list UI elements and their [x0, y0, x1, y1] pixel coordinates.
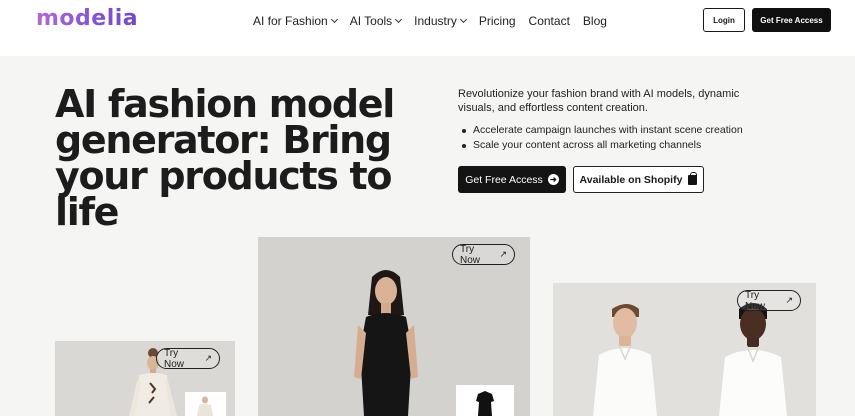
nav-contact-label: Contact	[528, 14, 570, 28]
shopify-button-label: Available on Shopify	[579, 173, 683, 186]
login-button[interactable]: Login	[703, 8, 745, 32]
nav-pricing-label: Pricing	[478, 14, 516, 28]
header-get-free-access-button[interactable]: Get Free Access	[752, 8, 831, 32]
product-thumbnail	[456, 385, 514, 416]
hero-title-line-3: your products to life	[55, 154, 393, 234]
arrow-up-right-icon: ↗	[785, 295, 793, 305]
hero-description: Revolutionize your fashion brand with AI…	[458, 88, 740, 114]
product-thumbnail	[185, 392, 226, 416]
arrow-right-circle-icon: ➜	[547, 174, 559, 185]
get-free-access-button[interactable]: Get Free Access ➜	[458, 166, 566, 193]
chevron-down-icon	[330, 15, 338, 23]
product-thumbnail-image	[476, 391, 494, 416]
nav-ai-tools-label: AI Tools	[349, 13, 393, 28]
try-now-label: Try Now	[164, 347, 185, 370]
hero-title-line-2: generator: Bring	[55, 118, 392, 162]
product-thumbnail-image	[197, 396, 213, 416]
top-navbar: modelia AI for Fashion AI Tools Industry…	[0, 0, 855, 56]
nav-industry[interactable]: Industry	[414, 13, 467, 28]
model-showcase-card-3[interactable]: Try Now ↗	[553, 283, 816, 416]
bullet-dot-icon	[462, 128, 466, 133]
shopify-bag-icon	[688, 171, 698, 185]
arrow-up-right-icon: ↗	[204, 353, 212, 363]
nav-ai-for-fashion-label: AI for Fashion	[253, 13, 328, 28]
try-now-button[interactable]: Try Now ↗	[452, 243, 515, 266]
feature-bullet: Scale your content across all marketing …	[462, 138, 743, 153]
try-now-label: Try Now	[460, 243, 481, 266]
get-free-access-label: Get Free Access	[465, 173, 543, 186]
try-now-button[interactable]: Try Now ↗	[156, 347, 220, 370]
feature-bullets: Accelerate campaign launches with instan…	[462, 123, 743, 153]
nav-ai-for-fashion[interactable]: AI for Fashion	[253, 13, 338, 28]
modelia-logo[interactable]: modelia	[36, 6, 138, 31]
hero-title-line-1: AI fashion model	[55, 82, 395, 126]
hero-title: AI fashion model generator: Bring your p…	[55, 82, 435, 234]
nav-industry-label: Industry	[414, 13, 457, 28]
try-now-label: Try Now	[745, 289, 766, 312]
bullet-dot-icon	[462, 143, 466, 148]
feature-bullet: Accelerate campaign launches with instan…	[462, 123, 743, 138]
arrow-up-right-icon: ↗	[499, 249, 507, 259]
shopify-button[interactable]: Available on Shopify	[573, 166, 704, 193]
model-showcase-card-1[interactable]: Try Now ↗	[55, 341, 235, 416]
feature-bullet-text: Scale your content across all marketing …	[473, 139, 702, 151]
try-now-button[interactable]: Try Now ↗	[737, 289, 801, 312]
nav-contact[interactable]: Contact	[529, 14, 570, 28]
chevron-down-icon	[459, 15, 467, 23]
nav-blog-label: Blog	[582, 14, 607, 28]
model-showcase-card-2[interactable]: Try Now ↗	[258, 237, 530, 416]
nav-blog[interactable]: Blog	[583, 14, 607, 28]
nav-pricing[interactable]: Pricing	[479, 14, 516, 28]
nav-ai-tools[interactable]: AI Tools	[349, 13, 403, 28]
feature-bullet-text: Accelerate campaign launches with instan…	[473, 124, 743, 136]
chevron-down-icon	[395, 15, 403, 23]
main-menu: AI for Fashion AI Tools Industry Pricing…	[253, 13, 620, 29]
